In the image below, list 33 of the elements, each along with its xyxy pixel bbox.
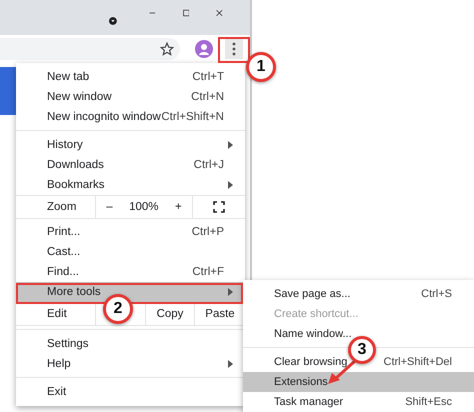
- menu-item[interactable]: Extensions: [243, 372, 474, 392]
- menu-item[interactable]: Save page as... Ctrl+S: [243, 284, 474, 304]
- menu-item[interactable]: Find... Ctrl+F: [16, 262, 245, 282]
- zoom-out-button[interactable]: –: [102, 201, 117, 213]
- submenu-arrow-icon: [228, 288, 233, 296]
- edit-button[interactable]: Paste: [195, 303, 245, 325]
- menu-item[interactable]: Exit: [16, 382, 245, 402]
- submenu-arrow-icon: [228, 360, 233, 368]
- menu-item: Create shortcut...: [273, 307, 360, 322]
- submenu-arrow-icon: [228, 141, 233, 149]
- menu-item[interactable]: Task manager Shift+Esc: [243, 392, 474, 412]
- fullscreen-icon[interactable]: [213, 201, 225, 213]
- zoom-label: Zoom: [16, 196, 96, 218]
- menu-item[interactable]: Downloads Ctrl+J: [16, 155, 245, 175]
- menu-item[interactable]: Print... Ctrl+P: [16, 222, 245, 242]
- step-number: 1: [246, 52, 276, 82]
- menu-item[interactable]: Bookmarks: [16, 175, 245, 195]
- menu-item[interactable]: Cast...: [16, 242, 245, 262]
- edit-button[interactable]: Copy: [146, 303, 195, 325]
- menu-item[interactable]: New window Ctrl+N: [16, 87, 245, 107]
- menu-item[interactable]: Help: [16, 354, 245, 374]
- zoom-in-button[interactable]: +: [171, 201, 186, 213]
- star-icon[interactable]: [160, 42, 174, 56]
- menu-item[interactable]: History: [16, 135, 245, 155]
- avatar-icon[interactable]: [195, 40, 213, 58]
- edit-label: Edit: [16, 303, 96, 325]
- menu-item[interactable]: New incognito windowCtrl+Shift+N: [16, 107, 245, 127]
- menu-item[interactable]: New tab Ctrl+T: [16, 67, 245, 87]
- zoom-value: 100%: [129, 201, 159, 213]
- menu-icon: [232, 42, 236, 56]
- submenu-arrow-icon: [228, 181, 233, 189]
- menu-item[interactable]: Settings: [16, 334, 245, 354]
- menu-button[interactable]: [225, 39, 243, 59]
